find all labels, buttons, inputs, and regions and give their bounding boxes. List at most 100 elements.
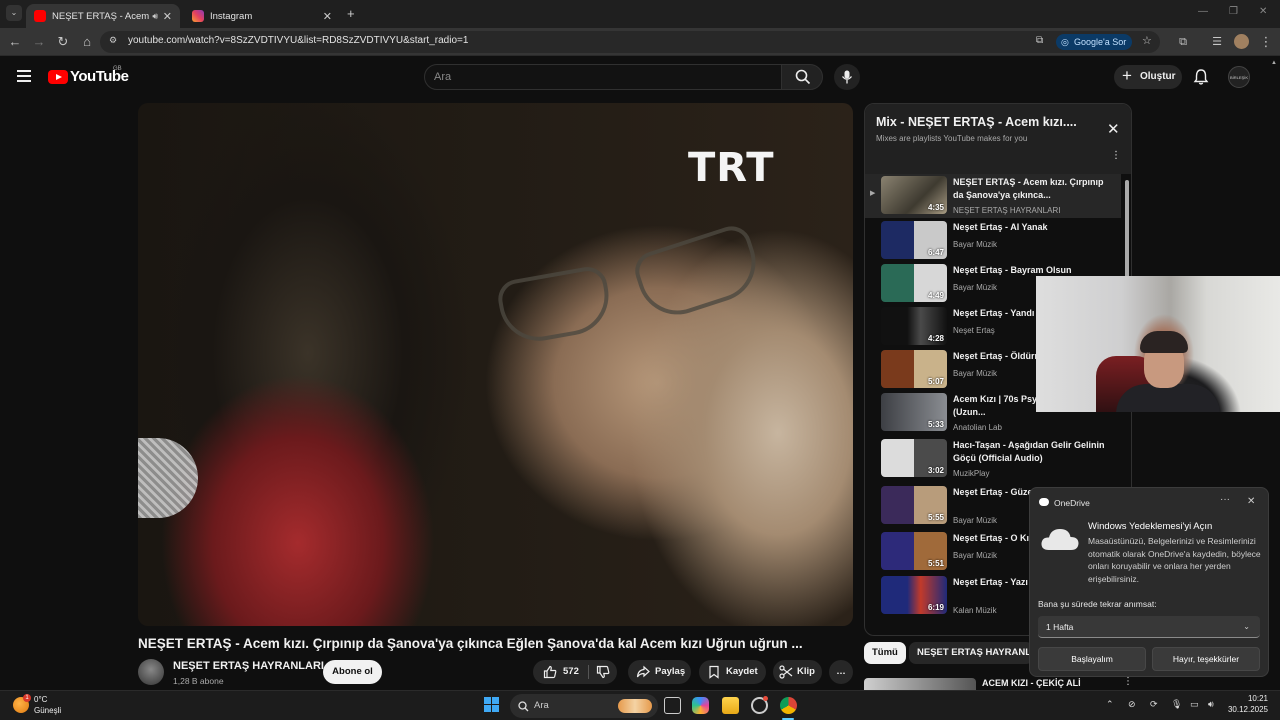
search-input[interactable]	[434, 71, 764, 83]
close-window-icon[interactable]: ✕	[1259, 6, 1267, 17]
bookmark-star-icon[interactable]: ☆	[1142, 34, 1152, 47]
home-icon[interactable]: ⌂	[79, 34, 95, 50]
create-label: Oluştur	[1140, 71, 1176, 82]
video-frame-detail	[495, 263, 615, 348]
webcam-overlay	[1036, 276, 1280, 412]
minimize-icon[interactable]: —	[1198, 6, 1208, 17]
close-tab-icon[interactable]: ✕	[163, 10, 172, 23]
clip-button[interactable]: Klip	[773, 660, 822, 684]
item-channel: NEŞET ERTAŞ HAYRANLARI	[953, 206, 1061, 215]
volume-icon[interactable]: 🔊︎	[1208, 699, 1214, 710]
toast-options-icon[interactable]: ···	[1220, 494, 1230, 505]
sync-icon[interactable]: ⟳	[1150, 699, 1158, 710]
create-button[interactable]: Oluştur	[1114, 64, 1182, 89]
playlist-item[interactable]: 3:02 Hacı-Taşan - Aşağıdan Gelir Gelinin…	[865, 437, 1121, 481]
browser-menu-icon[interactable]: ⋮	[1258, 34, 1274, 50]
profile-avatar[interactable]	[1234, 34, 1249, 49]
share-label: Paylaş	[655, 666, 686, 677]
more-actions-button[interactable]: …	[829, 660, 853, 684]
maximize-icon[interactable]: ❐	[1229, 6, 1238, 17]
chip-channel[interactable]: NEŞET ERTAŞ HAYRANLARI	[909, 642, 1033, 664]
page-scrollbar[interactable]: ▲	[1270, 60, 1278, 690]
voice-search-button[interactable]	[834, 64, 860, 90]
playlist-item[interactable]: ▶ 4:35 NEŞET ERTAŞ - Acem kızı. Çırpınıp…	[865, 174, 1121, 218]
forward-icon[interactable]: →	[31, 34, 47, 50]
display-icon[interactable]: ▭	[1190, 699, 1199, 710]
reading-list-icon[interactable]: ☰	[1209, 34, 1225, 50]
item-channel: Bayar Müzik	[953, 551, 998, 560]
task-view-icon[interactable]	[664, 697, 681, 714]
share-button[interactable]: Paylaş	[628, 660, 691, 684]
duration: 4:35	[927, 203, 944, 212]
extensions-icon[interactable]: ⧉	[1175, 34, 1191, 50]
windows-start-icon[interactable]	[484, 697, 500, 713]
save-button[interactable]: Kaydet	[699, 660, 766, 684]
uploader-avatar[interactable]	[138, 659, 164, 685]
microphone-tray-icon[interactable]: 🎙︎	[1171, 699, 1182, 710]
tab-search-button[interactable]: ⌄	[6, 5, 22, 21]
chrome-icon[interactable]	[780, 697, 797, 714]
recommended-menu-icon[interactable]: ⋮	[1123, 676, 1133, 687]
subscribe-button[interactable]: Abone ol	[323, 660, 382, 684]
account-avatar[interactable]: BİRLEŞİK	[1228, 66, 1250, 88]
item-channel: MuzikPlay	[953, 469, 990, 478]
youtube-logo-icon[interactable]	[48, 70, 68, 84]
address-bar[interactable]: ⚙︎ youtube.com/watch?v=8SzZVDTIVYU&list=…	[100, 31, 1160, 53]
like-dislike-group: 572	[533, 660, 617, 684]
toast-close-icon[interactable]: ✕	[1247, 496, 1255, 507]
duration: 6:47	[927, 248, 944, 257]
reload-icon[interactable]: ↻	[55, 34, 71, 50]
notifications-bell-icon[interactable]	[1192, 68, 1210, 86]
dislike-button[interactable]	[590, 660, 617, 684]
item-channel: Anatolian Lab	[953, 423, 1002, 432]
back-icon[interactable]: ←	[7, 34, 23, 50]
weather-temp[interactable]: 0°C	[34, 695, 47, 704]
tray-app-icon[interactable]: ⊘	[1128, 699, 1136, 710]
clock-date[interactable]: 30.12.2025	[1220, 705, 1268, 714]
recommended-title[interactable]: ACEM KIZI - ÇEKİÇ ALİ	[982, 678, 1081, 688]
start-button[interactable]: Başlayalım	[1038, 647, 1146, 671]
playlist-menu-icon[interactable]: ⋮	[1111, 150, 1121, 161]
search-field[interactable]	[424, 64, 782, 90]
like-count: 572	[563, 666, 579, 677]
broadcaster-watermark: TRT	[688, 145, 775, 191]
tab-instagram[interactable]: Instagram ✕	[184, 4, 340, 28]
clip-label: Klip	[797, 666, 815, 677]
remind-label: Bana şu sürede tekrar anımsat:	[1038, 599, 1157, 609]
close-playlist-icon[interactable]: ✕	[1107, 120, 1120, 138]
video-thumbnail: 5:55	[881, 486, 947, 524]
taskbar-search[interactable]: Ara	[510, 694, 658, 718]
browser-toolbar: ← → ↻ ⌂ ⚙︎ youtube.com/watch?v=8SzZVDTIV…	[0, 28, 1280, 56]
item-title: NEŞET ERTAŞ - Acem kızı. Çırpınıp da Şan…	[953, 177, 1104, 200]
copilot-icon[interactable]	[692, 697, 709, 714]
chip-all[interactable]: Tümü	[864, 642, 906, 664]
duration: 5:55	[927, 513, 944, 522]
audio-playing-icon[interactable]: 🔊︎	[152, 11, 158, 22]
new-tab-button[interactable]: +	[347, 6, 355, 21]
file-explorer-icon[interactable]	[722, 697, 739, 714]
remind-select[interactable]: 1 Hafta ⌄	[1038, 616, 1260, 638]
site-info-icon[interactable]: ⚙︎	[109, 35, 117, 46]
decline-button[interactable]: Hayır, teşekkürler	[1152, 647, 1260, 671]
tab-youtube[interactable]: NEŞET ERTAŞ - Acem kızı. Ç 🔊︎ ✕	[26, 4, 180, 28]
uploader-name[interactable]: NEŞET ERTAŞ HAYRANLARI	[173, 660, 324, 672]
video-thumbnail: 6:47	[881, 221, 947, 259]
like-button[interactable]: 572	[533, 660, 586, 684]
playlist-title[interactable]: Mix - NEŞET ERTAŞ - Acem kızı....	[876, 115, 1077, 129]
install-app-icon[interactable]: ⧉	[1036, 35, 1043, 46]
playlist-header: Mix - NEŞET ERTAŞ - Acem kızı.... Mixes …	[865, 104, 1131, 174]
playlist-item[interactable]: 6:47 Neşet Ertaş - Al Yanak Bayar Müzik	[865, 219, 1121, 263]
playlist-subtitle: Mixes are playlists YouTube makes for yo…	[876, 134, 1028, 143]
recommended-thumbnail[interactable]	[864, 678, 976, 690]
duration: 5:07	[927, 377, 944, 386]
video-player[interactable]: TRT	[138, 103, 853, 626]
google-ask-button[interactable]: ◎ Google'a Sor	[1056, 34, 1133, 50]
search-button[interactable]	[781, 64, 823, 90]
chevron-up-icon[interactable]: ⌃	[1106, 699, 1114, 710]
scroll-up-icon[interactable]: ▲	[1271, 60, 1277, 66]
weather-label[interactable]: Güneşli	[34, 706, 61, 715]
close-tab-icon[interactable]: ✕	[323, 10, 332, 23]
clock-time[interactable]: 10:21	[1220, 694, 1268, 703]
item-title: Hacı-Taşan - Aşağıdan Gelir Gelinin Göçü…	[953, 440, 1105, 463]
hamburger-menu-icon[interactable]	[17, 70, 31, 82]
